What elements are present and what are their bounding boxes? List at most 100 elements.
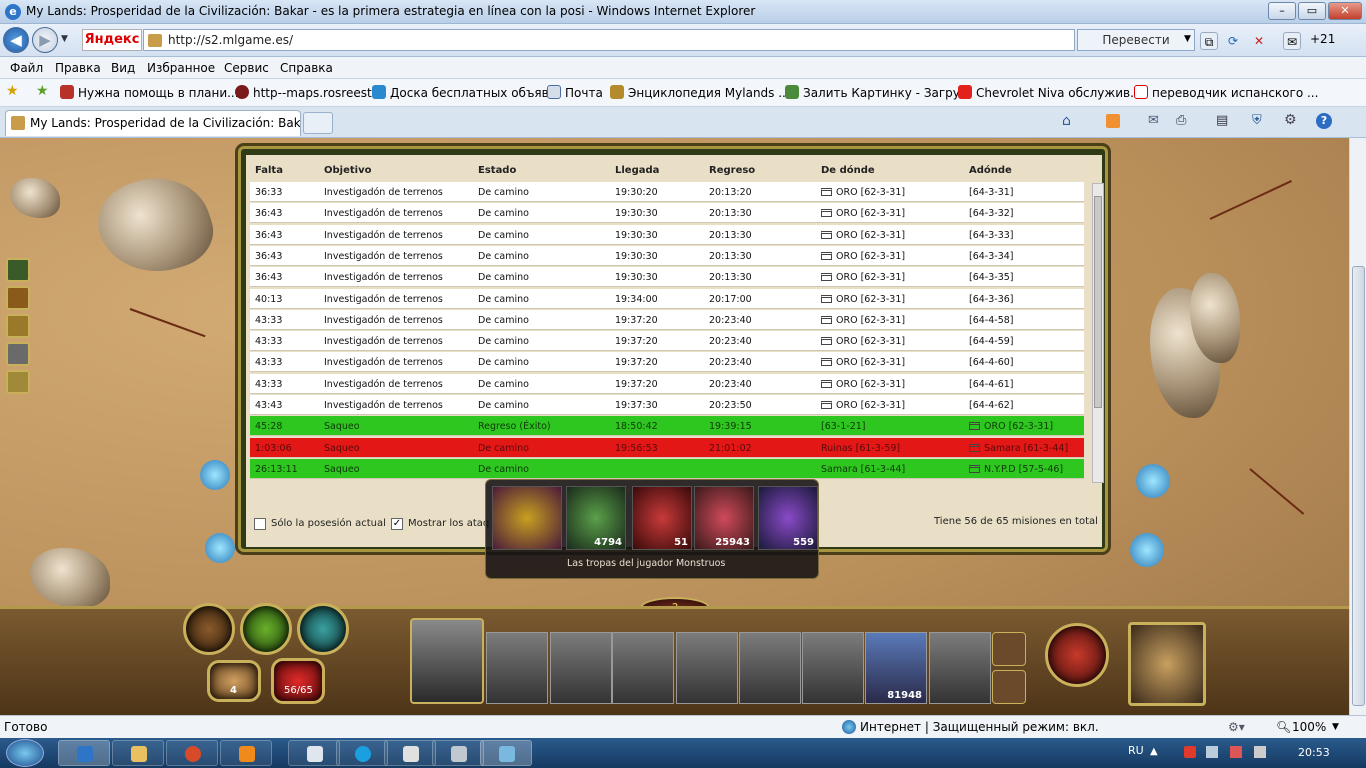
zoom-icon[interactable]: 🔍︎ (1276, 720, 1291, 734)
language-indicator[interactable]: RU (1128, 744, 1144, 757)
clock[interactable]: 20:53 (1298, 746, 1330, 759)
handshake-icon[interactable] (992, 670, 1026, 704)
fav-link-1[interactable]: Нужна помощь в плани... (60, 85, 239, 100)
cart-icon[interactable] (992, 632, 1026, 666)
fav-link-3[interactable]: Доска бесплатных объяв... (372, 85, 560, 100)
menu-tools[interactable]: Сервис (224, 61, 269, 75)
unit-slot-5[interactable] (739, 632, 801, 704)
side-wheat-icon[interactable] (6, 370, 30, 394)
fav-link-8[interactable]: переводчик испанского ... (1134, 85, 1318, 100)
history-dropdown-icon[interactable]: ▼ (61, 34, 68, 44)
side-chest-icon[interactable] (6, 286, 30, 310)
page-icon[interactable]: ▤ (1216, 113, 1228, 128)
forward-button[interactable]: ▶ (32, 27, 58, 53)
table-row[interactable]: 45:28 Saqueo Regreso (Éxito) 18:50:42 19:39:… (250, 416, 1084, 437)
menu-edit[interactable]: Правка (55, 61, 101, 75)
side-building-icon[interactable] (6, 314, 30, 338)
hero-portrait[interactable] (1128, 622, 1206, 706)
table-row[interactable]: 43:33 Investigadón de terrenos De camino 19… (250, 373, 1084, 394)
col-estado[interactable]: Estado (478, 165, 516, 176)
taskbar-calculator[interactable] (432, 740, 484, 766)
taskbar-skype[interactable] (336, 740, 388, 766)
minimize-button[interactable]: – (1268, 2, 1296, 20)
tray-device-icon[interactable] (1254, 746, 1266, 758)
fav-link-6[interactable]: Залить Картинку - Загру... (785, 85, 971, 100)
zoom-dropdown-icon[interactable]: ▼ (1332, 722, 1339, 732)
menu-file[interactable]: Файл (10, 61, 43, 75)
missions-button[interactable]: 56/65 (271, 658, 325, 704)
taskbar-explorer[interactable] (112, 740, 164, 766)
menu-help[interactable]: Справка (280, 61, 333, 75)
shield-crest-icon[interactable] (410, 618, 484, 704)
address-input[interactable]: http://s2.mlgame.es/ (143, 29, 1075, 51)
col-llegada[interactable]: Llegada (615, 165, 659, 176)
tools-gear-icon[interactable]: ⚙ (1284, 112, 1297, 128)
page-scrollbar[interactable] (1349, 138, 1366, 715)
col-objetivo[interactable]: Objetivo (324, 165, 371, 176)
crystal-building-icon[interactable] (1130, 533, 1164, 567)
treasure-chest-button[interactable] (183, 603, 235, 655)
back-button[interactable]: ◀ (3, 27, 29, 53)
fav-link-2[interactable]: http--maps.rosreestr (235, 85, 377, 100)
table-row[interactable]: 1:03:06 Saqueo De camino 19:56:53 21:01:02 Ru… (250, 437, 1084, 458)
table-row[interactable]: 36:43 Investigadón de terrenos De camino 19… (250, 224, 1084, 245)
col-adonde[interactable]: Adónde (969, 165, 1012, 176)
table-row[interactable]: 36:43 Investigadón de terrenos De camino 19… (250, 203, 1084, 224)
fav-link-4[interactable]: Почта (547, 85, 603, 100)
table-row[interactable]: 43:33 Investigadón de terrenos De camino 19… (250, 331, 1084, 352)
table-row[interactable]: 40:13 Investigadón de terrenos De camino 19… (250, 288, 1084, 309)
tray-volume-icon[interactable] (1230, 746, 1242, 758)
security-zone[interactable]: Интернет | Защищенный режим: вкл. (860, 720, 1099, 734)
side-shield-icon[interactable] (6, 342, 30, 366)
table-scroll-thumb[interactable] (1094, 196, 1102, 408)
new-tab-button[interactable] (303, 112, 333, 134)
col-falta[interactable]: Falta (255, 165, 283, 176)
table-row[interactable]: 43:33 Investigadón de terrenos De camino 19… (250, 309, 1084, 330)
unit-slot-6[interactable] (802, 632, 864, 704)
add-favorite-icon[interactable]: ★ (36, 83, 49, 99)
taskbar-media[interactable] (220, 740, 272, 766)
protected-mode-icon[interactable]: ⚙▾ (1228, 720, 1245, 734)
translate-button[interactable]: Перевести (1077, 29, 1195, 51)
crystal-building-icon[interactable] (1136, 464, 1170, 498)
side-map-icon[interactable] (6, 258, 30, 282)
notification-count[interactable]: +21 (1310, 32, 1335, 46)
read-mail-icon[interactable]: ✉ (1148, 113, 1159, 128)
taskbar-ie[interactable] (58, 740, 110, 766)
translate-dropdown-icon[interactable]: ▼ (1184, 34, 1191, 44)
print-icon[interactable]: ⎙ (1176, 113, 1186, 128)
battle-orb-button[interactable] (1045, 623, 1109, 687)
unit-slot-8[interactable] (929, 632, 991, 704)
favorites-star-icon[interactable]: ★ (6, 83, 19, 99)
close-window-button[interactable]: ✕ (1328, 2, 1362, 20)
safety-icon[interactable]: ⛨ (1252, 113, 1262, 128)
fav-link-7[interactable]: Chevrolet Niva обслужив... (958, 85, 1142, 100)
rss-icon[interactable] (1106, 114, 1120, 128)
tab-active[interactable]: My Lands: Prosperidad de la Civilización… (5, 110, 301, 136)
unit-slot-4[interactable] (676, 632, 738, 704)
taskbar-notepad[interactable] (288, 740, 340, 766)
table-row[interactable]: 36:33 Investigadón de terrenos De camino 19… (250, 182, 1084, 202)
table-row[interactable]: 36:43 Investigadón de terrenos De camino 19… (250, 245, 1084, 266)
compat-view-icon[interactable]: ⧉ (1200, 32, 1218, 50)
menu-favorites[interactable]: Избранное (147, 61, 215, 75)
mail-button[interactable]: 4 (207, 660, 261, 702)
tray-flag-icon[interactable] (1184, 746, 1196, 758)
show-attacks-checkbox[interactable]: ✓ (391, 518, 403, 530)
only-current-checkbox[interactable] (254, 518, 266, 530)
unit-slot-2[interactable] (550, 632, 612, 704)
table-row[interactable]: 26:13:11 Saqueo De camino Samara [61-3-44] N… (250, 458, 1084, 479)
zoom-level[interactable]: 100% (1292, 720, 1326, 734)
col-de-donde[interactable]: De dónde (821, 165, 875, 176)
taskbar-chrome[interactable] (166, 740, 218, 766)
table-row[interactable]: 43:43 Investigadón de terrenos De camino 19… (250, 395, 1084, 415)
unit-slot-1[interactable] (486, 632, 548, 704)
unit-slot-7[interactable]: 81948 (865, 632, 927, 704)
map-button[interactable] (297, 603, 349, 655)
menu-view[interactable]: Вид (111, 61, 135, 75)
maximize-button[interactable]: ▭ (1298, 2, 1326, 20)
crystal-building-icon[interactable] (200, 460, 230, 490)
table-row[interactable]: 36:43 Investigadón de terrenos De camino 19… (250, 267, 1084, 288)
potion-button[interactable] (240, 603, 292, 655)
unit-slot-3[interactable] (612, 632, 674, 704)
